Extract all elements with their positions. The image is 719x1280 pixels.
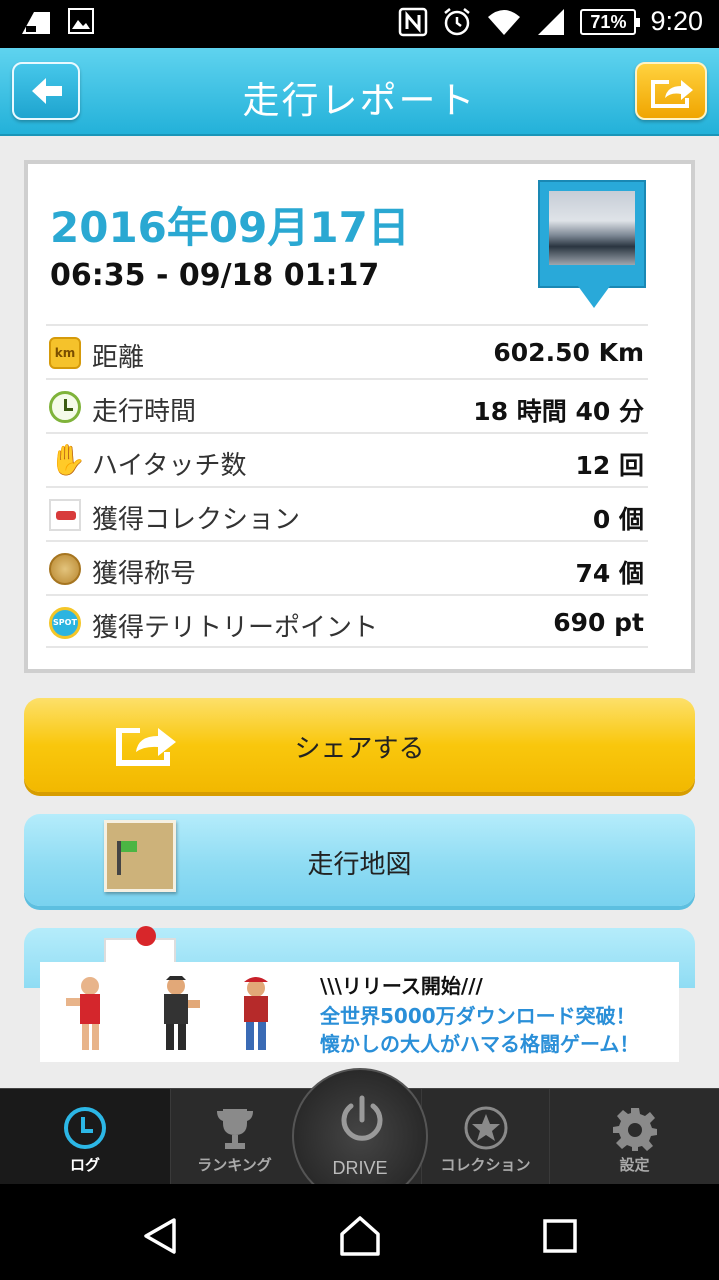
status-bar: 71% 9:20 bbox=[0, 0, 719, 48]
car-collection-icon bbox=[49, 499, 81, 531]
drive-map-button-label: 走行地図 bbox=[307, 850, 412, 880]
stat-label: 獲得称号 bbox=[92, 559, 197, 589]
tab-label: 設定 bbox=[619, 1156, 650, 1174]
stat-label: ハイタッチ数 bbox=[92, 451, 247, 481]
gallery-icon bbox=[22, 12, 50, 34]
drive-label: DRIVE bbox=[332, 1158, 388, 1178]
clock-time: 9:20 bbox=[650, 6, 703, 36]
gear-icon bbox=[612, 1108, 657, 1151]
share-button-label: シェアする bbox=[294, 734, 425, 764]
share-button[interactable]: シェアする bbox=[24, 698, 695, 792]
tab-label: ランキング bbox=[197, 1156, 272, 1174]
page-title: 走行レポート bbox=[242, 79, 477, 122]
stat-value: 602.50 Km bbox=[493, 338, 644, 367]
tab-settings[interactable]: 設定 bbox=[549, 1089, 719, 1185]
share-header-button[interactable] bbox=[635, 62, 707, 120]
stat-value: 0 個 bbox=[592, 505, 644, 534]
content-area[interactable]: 2016年09月17日 06:35 - 09/18 01:17 km 距離 60… bbox=[0, 136, 719, 1088]
report-date: 2016年09月17日 bbox=[50, 203, 410, 252]
battery-indicator: 71% bbox=[580, 8, 641, 35]
medal-icon bbox=[49, 553, 81, 585]
back-nav-icon[interactable] bbox=[140, 1216, 180, 1256]
wifi-icon bbox=[488, 9, 521, 35]
tab-label: コレクション bbox=[440, 1156, 531, 1174]
fighter-character-icon bbox=[244, 977, 268, 1050]
clock-icon bbox=[64, 1107, 106, 1149]
alarm-icon bbox=[444, 7, 471, 35]
stat-value: 18 時間 40 分 bbox=[473, 397, 644, 426]
stat-row-hi-touch: ✋ ハイタッチ数 12 回 bbox=[46, 432, 648, 486]
stat-row-distance: km 距離 602.50 Km bbox=[46, 324, 648, 378]
stat-value: 690 pt bbox=[553, 608, 644, 637]
nfc-icon bbox=[399, 7, 428, 36]
fighter-character-icon bbox=[164, 976, 200, 1050]
share-icon bbox=[651, 80, 693, 108]
ad-headline: \\\リリース開始/// bbox=[320, 974, 483, 998]
power-icon bbox=[341, 1095, 383, 1141]
fighter-character-icon bbox=[66, 977, 100, 1050]
stat-row-titles: 獲得称号 74 個 bbox=[46, 540, 648, 594]
spot-icon: SPOT bbox=[49, 607, 81, 639]
ad-subtext: 懐かしの大人がハマる格闘ゲーム！ bbox=[320, 1032, 640, 1056]
tab-collection[interactable]: コレクション bbox=[421, 1089, 549, 1185]
stat-label: 獲得コレクション bbox=[92, 505, 301, 535]
stat-label: 走行時間 bbox=[92, 397, 197, 427]
app-header: 走行レポート bbox=[0, 48, 719, 136]
recents-nav-icon[interactable] bbox=[542, 1218, 578, 1254]
drive-map-button[interactable]: 走行地図 bbox=[24, 814, 695, 906]
report-time-range: 06:35 - 09/18 01:17 bbox=[50, 258, 380, 293]
clock-icon bbox=[49, 391, 81, 423]
map-pin-icon bbox=[136, 926, 156, 946]
star-icon bbox=[464, 1106, 507, 1150]
system-nav-bar bbox=[0, 1184, 719, 1280]
stat-row-drive-time: 走行時間 18 時間 40 分 bbox=[46, 378, 648, 432]
stat-row-territory: SPOT 獲得テリトリーポイント 690 pt bbox=[46, 594, 648, 648]
tab-log[interactable]: ログ bbox=[0, 1089, 170, 1185]
image-icon bbox=[68, 8, 94, 34]
stat-label: 獲得テリトリーポイント bbox=[92, 613, 379, 643]
stat-row-collection: 獲得コレクション 0 個 bbox=[46, 486, 648, 540]
car-photo-pin[interactable] bbox=[538, 180, 646, 308]
report-card: 2016年09月17日 06:35 - 09/18 01:17 km 距離 60… bbox=[24, 160, 695, 673]
stat-value: 74 個 bbox=[575, 559, 645, 588]
signal-icon bbox=[538, 8, 565, 35]
stats-list: km 距離 602.50 Km 走行時間 18 時間 40 分 ✋ ハイタッチ数… bbox=[46, 324, 648, 648]
hi-touch-icon: ✋ bbox=[49, 443, 87, 478]
ad-subtext: 全世界5000万ダウンロード突破！ bbox=[320, 1004, 636, 1028]
stat-value: 12 回 bbox=[575, 451, 645, 480]
ad-banner[interactable]: \\\リリース開始/// 全世界5000万ダウンロード突破！ 懐かしの大人がハマ… bbox=[40, 962, 679, 1062]
trophy-icon bbox=[216, 1109, 253, 1149]
km-icon: km bbox=[49, 337, 81, 369]
home-nav-icon[interactable] bbox=[338, 1214, 382, 1258]
stat-label: 距離 bbox=[92, 343, 145, 373]
car-photo bbox=[549, 191, 635, 265]
tab-label: ログ bbox=[69, 1156, 100, 1174]
tab-ranking[interactable]: ランキング bbox=[170, 1089, 298, 1185]
